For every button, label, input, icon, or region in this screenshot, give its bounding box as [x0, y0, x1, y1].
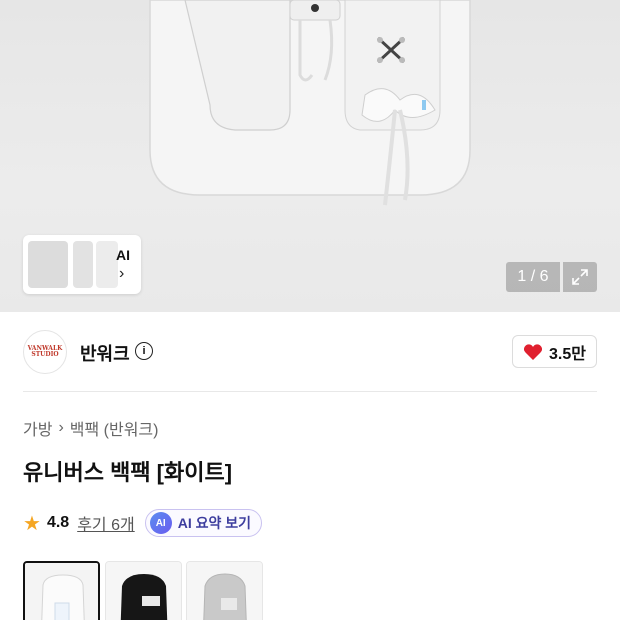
color-option-white[interactable]	[23, 561, 100, 620]
ai-summary-label: AI 요약 보기	[177, 515, 252, 531]
rating-score: 4.8	[46, 514, 70, 531]
image-counter: 1 / 6	[506, 262, 560, 292]
divider	[23, 391, 597, 392]
heart-icon	[523, 343, 543, 360]
breadcrumb-item[interactable]: 백팩 (반워크)	[70, 416, 159, 440]
breadcrumb: 가방 › 백팩 (반워크)	[23, 416, 158, 440]
chevron-right-icon: ›	[119, 265, 125, 282]
like-count: 3.5만	[549, 345, 586, 363]
chevron-right-icon: ›	[58, 419, 64, 436]
expand-icon[interactable]	[563, 262, 597, 292]
seller-logo[interactable]: VANWALK STUDIO	[23, 330, 67, 374]
ai-summary-button[interactable]: AI AI 요약 보기	[144, 509, 263, 537]
thumbnail-image	[28, 241, 68, 288]
thumbnail-image	[96, 241, 118, 288]
color-option-gray[interactable]	[186, 561, 263, 620]
ai-similar-thumbnails[interactable]: AI ›	[23, 235, 141, 294]
ai-label: AI	[116, 247, 130, 263]
product-image-gallery[interactable]: AI › 1 / 6	[0, 0, 620, 312]
star-icon: ★	[23, 512, 41, 535]
reviews-link[interactable]: 후기 6개	[77, 511, 135, 535]
seller-name[interactable]: 반워크	[80, 340, 130, 366]
breadcrumb-item[interactable]: 가방	[23, 416, 52, 440]
rating-row: ★ 4.8 후기 6개 AI AI 요약 보기	[23, 509, 263, 537]
color-option-black[interactable]	[105, 561, 182, 620]
ai-badge-icon: AI	[149, 512, 172, 534]
thumbnail-image	[73, 241, 93, 288]
like-button[interactable]: 3.5만	[512, 335, 597, 368]
info-icon[interactable]: i	[135, 342, 153, 360]
product-title: 유니버스 백팩 [화이트]	[23, 460, 233, 485]
